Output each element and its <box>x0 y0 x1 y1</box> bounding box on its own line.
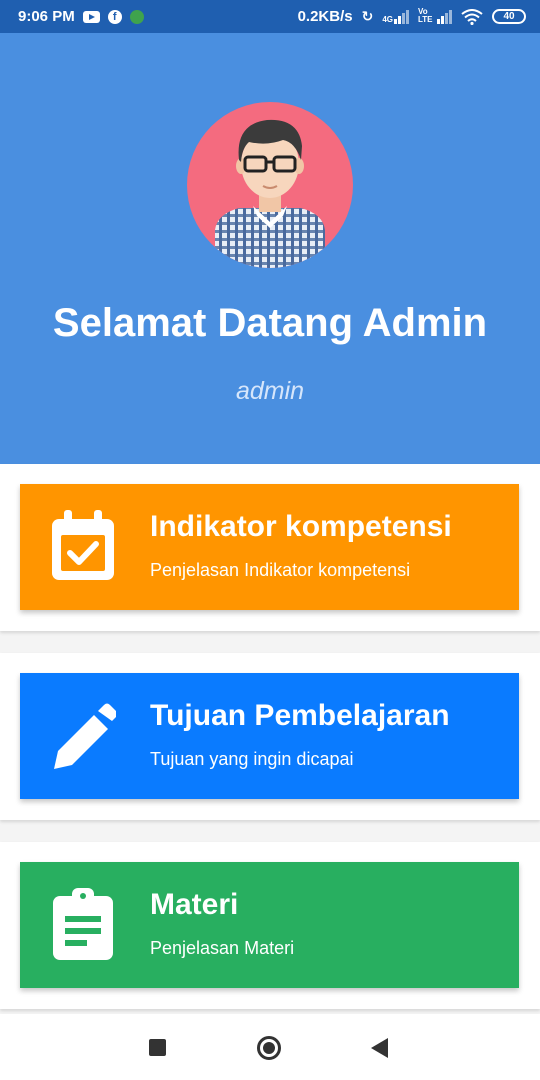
pencil-icon <box>54 703 116 769</box>
profile-header: Selamat Datang Admin admin <box>0 33 540 464</box>
facebook-icon: f <box>107 9 122 24</box>
status-bar: 9:06 PM f 0.2KB/s ↻ 4G Vo LTE 40 <box>0 0 540 33</box>
menu-subtitle: Tujuan yang ingin dicapai <box>150 749 354 769</box>
username-label: admin <box>235 377 305 405</box>
youtube-icon <box>82 10 100 23</box>
welcome-title: Selamat Datang Admin <box>52 301 488 345</box>
signal-volte-icon: Vo LTE <box>418 6 452 24</box>
volte-label: Vo LTE <box>418 6 433 24</box>
home-button[interactable] <box>257 1036 281 1060</box>
battery-icon: 40 <box>492 9 526 24</box>
back-button[interactable] <box>371 1038 388 1058</box>
menu-title: Indikator kompetensi <box>150 510 452 543</box>
signal-4g-icon: 4G <box>382 9 409 24</box>
calendar-check-icon <box>52 510 114 580</box>
menu-section-tujuan: Tujuan Pembelajaran Tujuan yang ingin di… <box>0 653 540 820</box>
wifi-icon <box>461 8 483 25</box>
menu-card-tujuan[interactable]: Tujuan Pembelajaran Tujuan yang ingin di… <box>20 673 519 799</box>
menu-card-materi[interactable]: Materi Penjelasan Materi <box>20 862 519 988</box>
recent-apps-button[interactable] <box>149 1039 166 1056</box>
navigation-bar <box>0 1014 540 1080</box>
menu-section-indikator: Indikator kompetensi Penjelasan Indikato… <box>0 464 540 631</box>
sync-icon: ↻ <box>361 8 374 24</box>
network-speed: 0.2KB/s <box>297 8 353 25</box>
menu-section-materi: Materi Penjelasan Materi <box>0 842 540 1009</box>
network-type-label: 4G <box>382 14 393 24</box>
menu-card-indikator[interactable]: Indikator kompetensi Penjelasan Indikato… <box>20 484 519 610</box>
menu-subtitle: Penjelasan Materi <box>150 938 295 958</box>
status-time: 9:06 PM <box>18 8 75 25</box>
menu-title: Materi <box>150 888 239 921</box>
avatar <box>187 102 353 268</box>
menu-title: Tujuan Pembelajaran <box>150 699 450 732</box>
app-notification-icon <box>129 9 144 24</box>
clipboard-icon <box>53 888 113 960</box>
menu-subtitle: Penjelasan Indikator kompetensi <box>150 560 411 580</box>
